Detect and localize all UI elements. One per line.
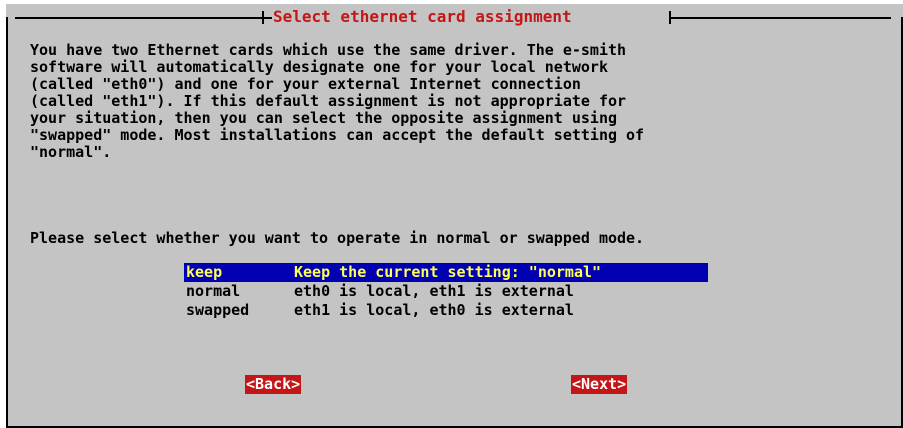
menu-item-swapped[interactable]: swapped eth1 is local, eth0 is external: [184, 301, 708, 320]
dialog-border-left: [6, 17, 8, 428]
menu-item-key: normal: [186, 282, 241, 300]
dialog-prompt: Please select whether you want to operat…: [30, 229, 645, 247]
title-bracket-right: [669, 11, 671, 24]
dialog-border-top-left: [15, 17, 272, 19]
menu-item-description: Keep the current setting: "normal": [294, 263, 602, 281]
dialog-box: Select ethernet card assignment You have…: [6, 4, 903, 428]
menu-item-key: swapped: [186, 301, 250, 319]
next-button[interactable]: <Next>: [571, 375, 628, 394]
menu-item-key: keep: [186, 263, 223, 281]
menu-item-normal[interactable]: normal eth0 is local, eth1 is external: [184, 282, 708, 301]
mode-menu: keep Keep the current setting: "normal" …: [184, 263, 708, 320]
menu-item-description: eth1 is local, eth0 is external: [294, 301, 574, 319]
dialog-border-top-right: [669, 17, 891, 19]
back-button[interactable]: <Back>: [245, 375, 302, 394]
menu-item-description: eth0 is local, eth1 is external: [294, 282, 574, 300]
terminal-screen: Select ethernet card assignment You have…: [0, 0, 903, 428]
dialog-title: Select ethernet card assignment: [273, 7, 572, 26]
dialog-description: You have two Ethernet cards which use th…: [30, 41, 645, 161]
menu-item-keep[interactable]: keep Keep the current setting: "normal": [184, 263, 708, 282]
title-bracket-left: [262, 11, 264, 24]
